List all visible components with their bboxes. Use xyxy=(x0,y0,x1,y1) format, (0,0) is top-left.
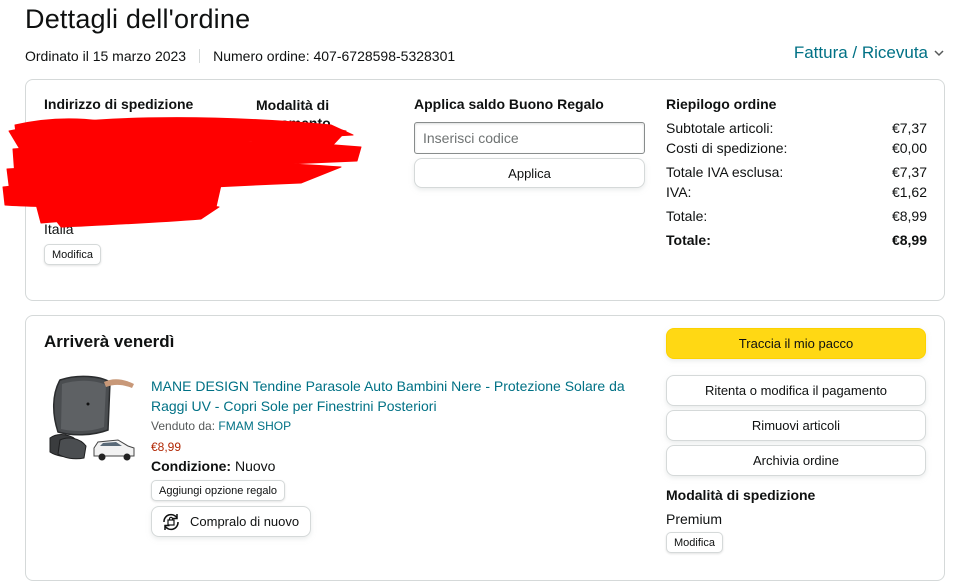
order-number: Numero ordine: 407-6728598-5328301 xyxy=(213,48,456,64)
payment-heading: Modalità di pagamento xyxy=(256,96,331,132)
summary-value: €8,99 xyxy=(891,232,927,248)
product-condition: Condizione: Nuovo xyxy=(151,458,275,474)
order-info-card: Indirizzo di spedizione Modalità di paga… xyxy=(2,79,945,301)
invoice-dropdown[interactable]: Fattura / Ricevuta xyxy=(794,43,944,63)
delivery-method-heading: Modalità di spedizione xyxy=(666,487,816,503)
sold-by: Venduto da: FMAM SHOP xyxy=(151,419,291,433)
order-date: Ordinato il 15 marzo 2023 xyxy=(25,48,187,64)
delivery-method-value: Premium xyxy=(666,511,723,527)
summary-value: €8,99 xyxy=(891,208,927,224)
edit-delivery-button[interactable]: Modifica xyxy=(666,532,723,553)
product-image[interactable] xyxy=(48,374,140,466)
gift-card-heading: Applica saldo Buono Regalo xyxy=(414,96,604,112)
add-gift-option-button[interactable]: Aggiungi opzione regalo xyxy=(151,480,286,501)
address-country: Italia xyxy=(44,221,74,237)
payment-heading-line1: Modalità di xyxy=(256,97,330,113)
summary-row-subtotal: Subtotale articoli: €7,37 xyxy=(666,120,927,136)
shipping-address-heading: Indirizzo di spedizione xyxy=(44,96,194,112)
product-title-link[interactable]: MANE DESIGN Tendine Parasole Auto Bambin… xyxy=(151,376,641,416)
payment-heading-line2: pagamento xyxy=(256,115,331,131)
seller-link[interactable]: FMAM SHOP xyxy=(218,419,291,433)
summary-label: Totale IVA esclusa: xyxy=(666,164,784,180)
summary-value: €0,00 xyxy=(891,140,927,156)
buy-again-button[interactable]: Compralo di nuovo xyxy=(151,506,312,537)
summary-row-vat: IVA: €1,62 xyxy=(666,184,927,200)
summary-label: IVA: xyxy=(666,184,692,200)
summary-label: Totale: xyxy=(666,208,708,224)
summary-row-grand-total: Totale: €8,99 xyxy=(666,232,927,248)
buy-again-label: Compralo di nuovo xyxy=(190,514,300,529)
summary-row-net: Totale IVA esclusa: €7,37 xyxy=(666,164,927,180)
arrival-heading: Arriverà venerdì xyxy=(44,332,175,351)
summary-row-shipping: Costi di spedizione: €0,00 xyxy=(666,140,927,156)
summary-label: Subtotale articoli: xyxy=(666,120,774,136)
chevron-down-icon xyxy=(934,48,944,60)
summary-value: €7,37 xyxy=(891,164,927,180)
summary-row-total: Totale: €8,99 xyxy=(666,208,927,224)
condition-label: Condizione: xyxy=(151,458,232,474)
order-meta: Ordinato il 15 marzo 2023 Numero ordine:… xyxy=(25,48,455,64)
sold-by-label: Venduto da: xyxy=(151,419,216,433)
order-summary-heading: Riepilogo ordine xyxy=(666,96,777,112)
rebuy-icon xyxy=(163,513,179,530)
edit-address-button[interactable]: Modifica xyxy=(44,244,101,265)
remove-items-button[interactable]: Rimuovi articoli xyxy=(666,410,926,441)
summary-value: €7,37 xyxy=(891,120,927,136)
invoice-link-label: Fattura / Ricevuta xyxy=(793,43,928,62)
apply-button[interactable]: Applica xyxy=(414,158,645,188)
condition-value: Nuovo xyxy=(235,458,276,474)
meta-divider xyxy=(199,49,201,63)
track-package-button[interactable]: Traccia il mio pacco xyxy=(666,328,926,359)
retry-payment-button[interactable]: Ritenta o modifica il pagamento xyxy=(666,375,926,406)
archive-order-button[interactable]: Archivia ordine xyxy=(666,445,926,476)
summary-label: Costi di spedizione: xyxy=(666,140,788,156)
shipment-card: Arriverà venerdì MANE DESIGN Tendine Par… xyxy=(25,315,945,581)
summary-value: €1,62 xyxy=(891,184,927,200)
product-price: €8,99 xyxy=(151,440,182,454)
gift-code-input[interactable] xyxy=(414,122,645,154)
summary-label: Totale: xyxy=(666,232,711,248)
page-title: Dettagli dell'ordine xyxy=(25,4,251,34)
